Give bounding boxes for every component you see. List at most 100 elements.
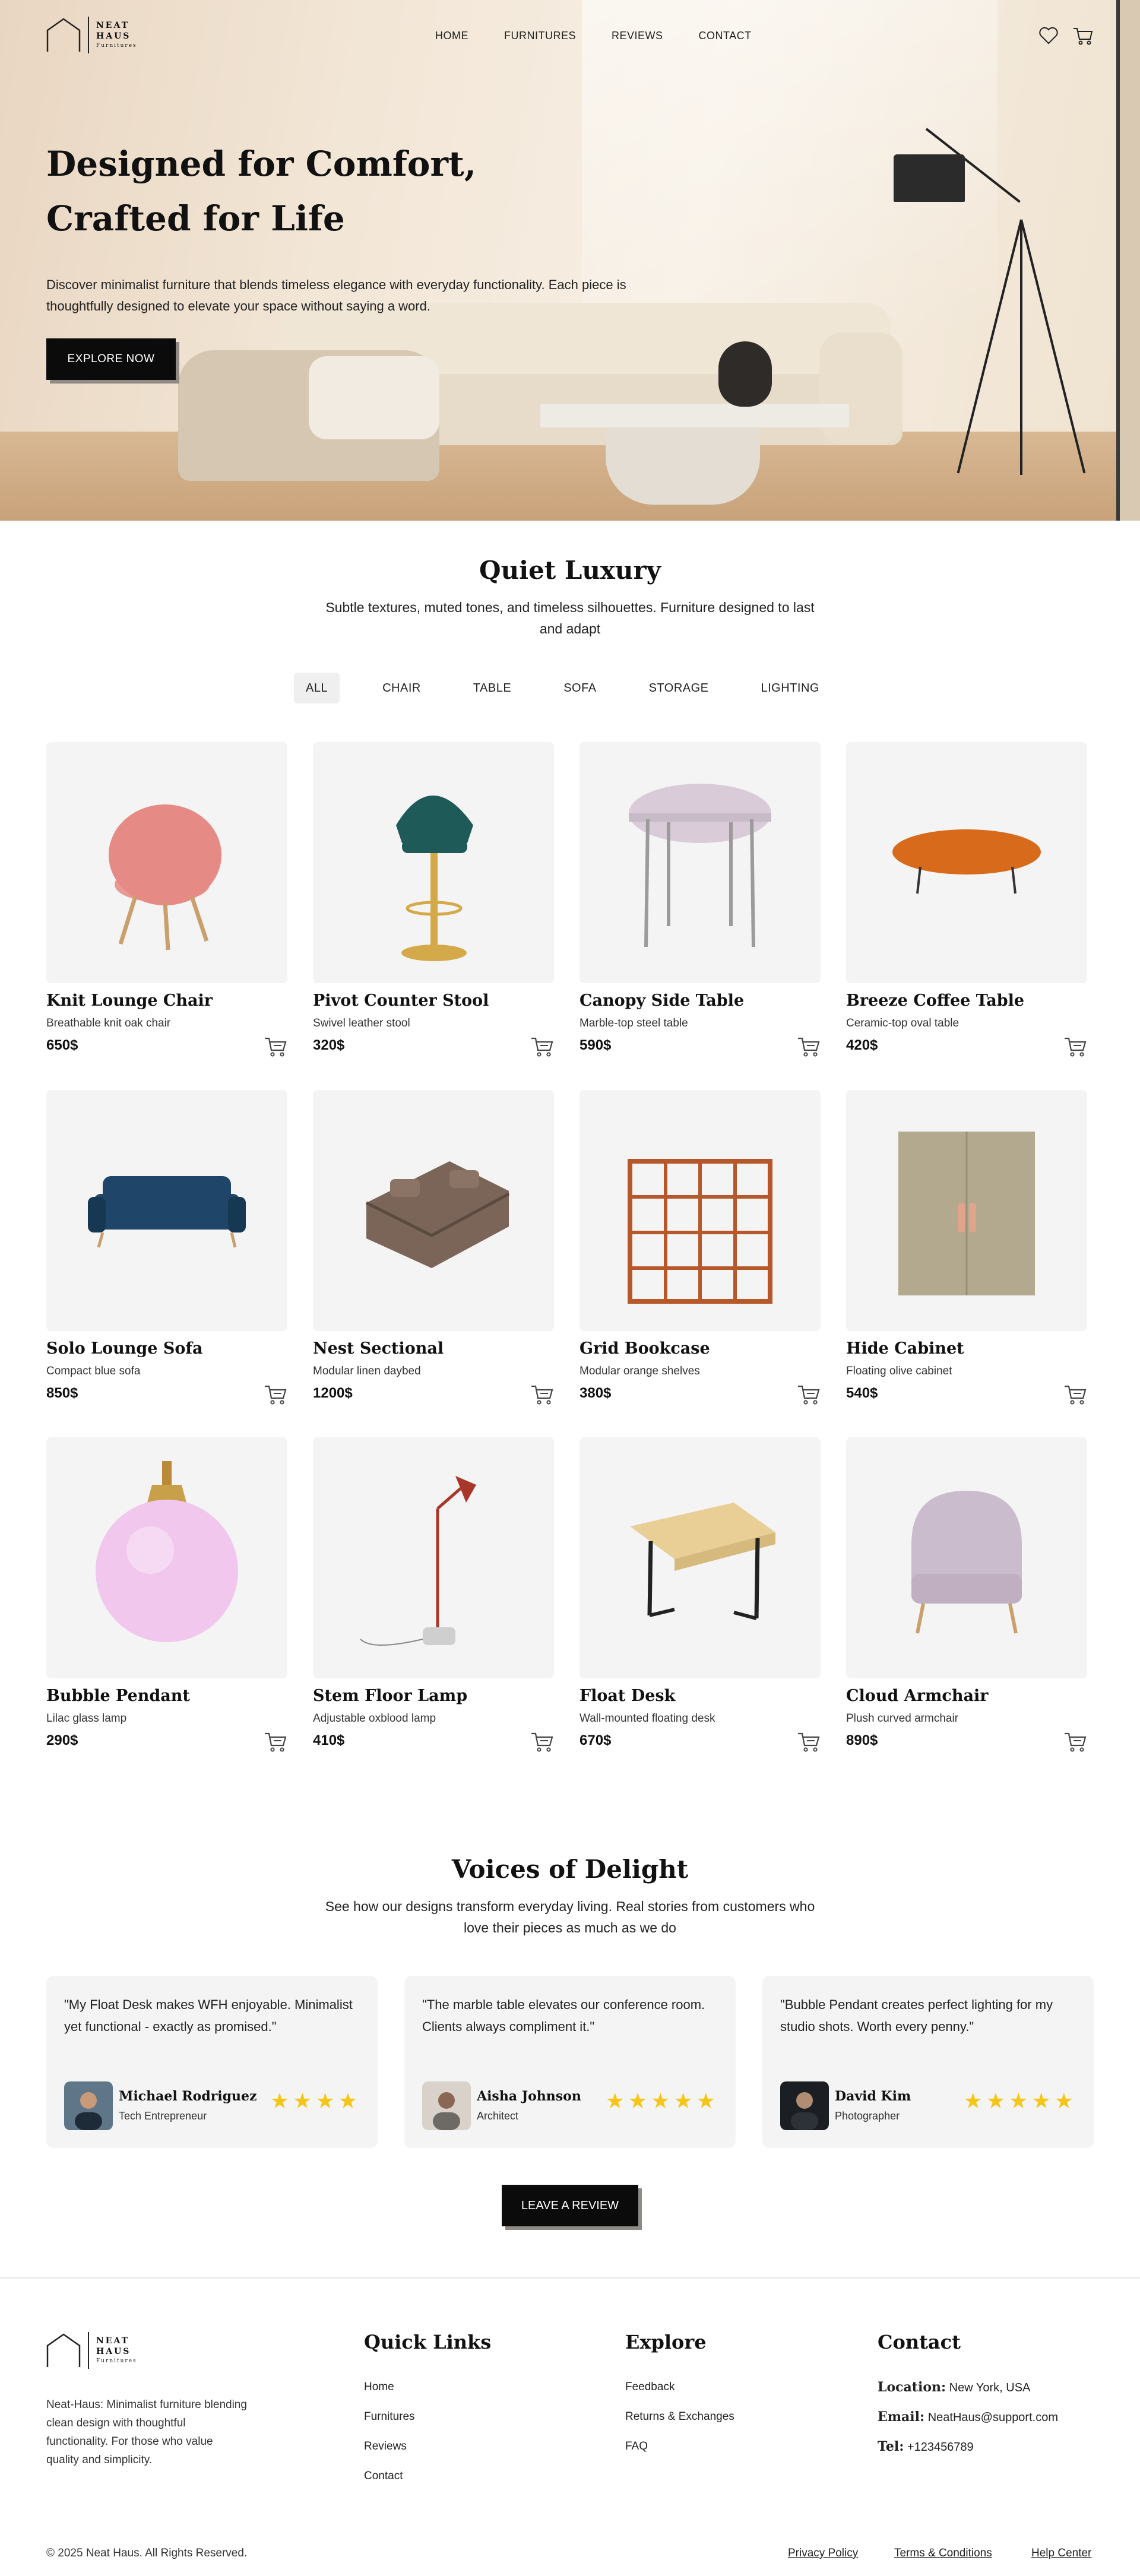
filter-sofa[interactable]: SOFA	[552, 673, 608, 704]
footer-logo[interactable]: NEAT HAUS Furnitures	[46, 2332, 137, 2369]
product-desc: Modular orange shelves	[580, 1365, 700, 1377]
add-to-cart-icon[interactable]	[797, 1383, 821, 1406]
reviewer-name: Michael Rodriguez	[119, 2089, 257, 2104]
add-to-cart-icon[interactable]	[530, 1035, 554, 1058]
filter-lighting[interactable]: LIGHTING	[749, 673, 831, 704]
product-image[interactable]	[46, 1437, 287, 1678]
product-card[interactable]: Hide Cabinet Floating olive cabinet 540$	[846, 1090, 1087, 1411]
product-name[interactable]: Stem Floor Lamp	[313, 1687, 467, 1705]
product-card[interactable]: Pivot Counter Stool Swivel leather stool 3…	[313, 742, 554, 1063]
footer-link-contact[interactable]: Contact	[364, 2470, 403, 2483]
hero-title-line1: Designed for Comfort,	[46, 144, 477, 184]
cart-icon[interactable]	[1072, 25, 1094, 46]
help-center-link[interactable]: Help Center	[1031, 2547, 1091, 2560]
product-image[interactable]	[46, 742, 287, 983]
product-desc: Compact blue sofa	[46, 1365, 141, 1377]
product-image[interactable]	[846, 1437, 1087, 1678]
product-card[interactable]: Canopy Side Table Marble-top steel table 5…	[580, 742, 821, 1063]
product-card[interactable]: Float Desk Wall-mounted floating desk 670$	[580, 1437, 821, 1758]
product-card[interactable]: Stem Floor Lamp Adjustable oxblood lamp 41…	[313, 1437, 554, 1758]
footer-link-furnitures[interactable]: Furnitures	[364, 2410, 415, 2423]
avatar	[64, 2081, 113, 2130]
product-image[interactable]	[580, 1090, 821, 1331]
product-card[interactable]: Nest Sectional Modular linen daybed 1200$	[313, 1090, 554, 1411]
product-name[interactable]: Grid Bookcase	[580, 1339, 710, 1358]
hero-title-line2: Crafted for Life	[46, 198, 345, 239]
reviews-subtitle: See how our designs transform everyday l…	[325, 1899, 815, 1935]
product-card[interactable]: Grid Bookcase Modular orange shelves 380$	[580, 1090, 821, 1411]
product-image[interactable]	[580, 1437, 821, 1678]
add-to-cart-icon[interactable]	[1063, 1731, 1087, 1753]
product-name[interactable]: Pivot Counter Stool	[313, 991, 489, 1010]
hero-sofa-arm	[819, 332, 902, 445]
product-image[interactable]	[580, 742, 821, 983]
add-to-cart-icon[interactable]	[1063, 1035, 1087, 1058]
filter-chair[interactable]: CHAIR	[370, 673, 433, 704]
nav-actions	[1038, 25, 1094, 46]
hero-armchair-cushion	[309, 356, 439, 439]
reviewer-name: Aisha Johnson	[477, 2089, 581, 2104]
add-to-cart-icon[interactable]	[264, 1731, 287, 1753]
product-card[interactable]: Knit Lounge Chair Breathable knit oak cha…	[46, 742, 287, 1063]
add-to-cart-icon[interactable]	[797, 1035, 821, 1058]
add-to-cart-icon[interactable]	[264, 1035, 287, 1058]
product-desc: Lilac glass lamp	[46, 1712, 127, 1725]
footer-link-faq[interactable]: FAQ	[625, 2440, 648, 2453]
add-to-cart-icon[interactable]	[530, 1383, 554, 1406]
filter-all[interactable]: ALL	[294, 673, 340, 704]
tel-label: Tel:	[878, 2439, 904, 2454]
product-name[interactable]: Cloud Armchair	[846, 1687, 988, 1705]
add-to-cart-icon[interactable]	[1063, 1383, 1087, 1406]
contact-location: Location: New York, USA	[878, 2379, 1030, 2395]
product-card[interactable]: Solo Lounge Sofa Compact blue sofa 850$	[46, 1090, 287, 1411]
product-image[interactable]	[846, 1090, 1087, 1331]
product-image[interactable]	[313, 1437, 554, 1678]
product-desc: Ceramic-top oval table	[846, 1017, 960, 1029]
avatar	[780, 2081, 829, 2130]
rating-stars: ★★★★	[270, 2089, 361, 2113]
product-name[interactable]: Hide Cabinet	[846, 1339, 964, 1358]
product-card[interactable]: Cloud Armchair Plush curved armchair 890$	[846, 1437, 1087, 1758]
footer-link-feedback[interactable]: Feedback	[625, 2381, 674, 2394]
product-desc: Breathable knit oak chair	[46, 1017, 171, 1029]
nav-contact[interactable]: CONTACT	[699, 30, 752, 42]
email-value[interactable]: NeatHaus@support.com	[928, 2411, 1058, 2424]
filter-table[interactable]: TABLE	[461, 673, 523, 704]
product-name[interactable]: Nest Sectional	[313, 1339, 444, 1358]
product-card[interactable]: Breeze Coffee Table Ceramic-top oval tabl…	[846, 742, 1087, 1063]
product-name[interactable]: Canopy Side Table	[580, 991, 744, 1010]
brand-tagline: Furnitures	[96, 2358, 137, 2364]
logo-divider	[88, 2332, 89, 2369]
brand-logo[interactable]: NEAT HAUS Furnitures	[46, 17, 137, 53]
product-image[interactable]	[313, 742, 554, 983]
product-desc: Marble-top steel table	[580, 1017, 688, 1029]
product-image[interactable]	[313, 1090, 554, 1331]
product-image[interactable]	[46, 1090, 287, 1331]
terms-link[interactable]: Terms & Conditions	[894, 2547, 992, 2560]
nav-reviews[interactable]: REVIEWS	[612, 30, 663, 42]
product-card[interactable]: Bubble Pendant Lilac glass lamp 290$	[46, 1437, 287, 1758]
footer-link-returns[interactable]: Returns & Exchanges	[625, 2410, 734, 2423]
add-to-cart-icon[interactable]	[797, 1731, 821, 1753]
product-price: 540$	[846, 1385, 878, 1401]
nav-furnitures[interactable]: FURNITURES	[504, 30, 576, 42]
add-to-cart-icon[interactable]	[264, 1383, 287, 1406]
tel-value[interactable]: +123456789	[907, 2441, 974, 2454]
footer-link-reviews[interactable]: Reviews	[364, 2440, 407, 2453]
product-name[interactable]: Bubble Pendant	[46, 1687, 190, 1705]
product-name[interactable]: Breeze Coffee Table	[846, 991, 1024, 1010]
product-image[interactable]	[846, 742, 1087, 983]
explore-now-button[interactable]: EXPLORE NOW	[46, 338, 176, 380]
leave-review-button[interactable]: LEAVE A REVIEW	[502, 2185, 638, 2226]
product-name[interactable]: Solo Lounge Sofa	[46, 1339, 203, 1358]
add-to-cart-icon[interactable]	[530, 1731, 554, 1753]
logo-divider	[88, 17, 89, 53]
footer-link-home[interactable]: Home	[364, 2381, 394, 2394]
product-price: 1200$	[313, 1385, 353, 1401]
nav-home[interactable]: HOME	[435, 30, 468, 42]
product-name[interactable]: Knit Lounge Chair	[46, 991, 213, 1010]
heart-icon[interactable]	[1038, 25, 1059, 46]
filter-storage[interactable]: STORAGE	[637, 673, 721, 704]
product-name[interactable]: Float Desk	[580, 1687, 675, 1705]
privacy-policy-link[interactable]: Privacy Policy	[788, 2547, 858, 2560]
